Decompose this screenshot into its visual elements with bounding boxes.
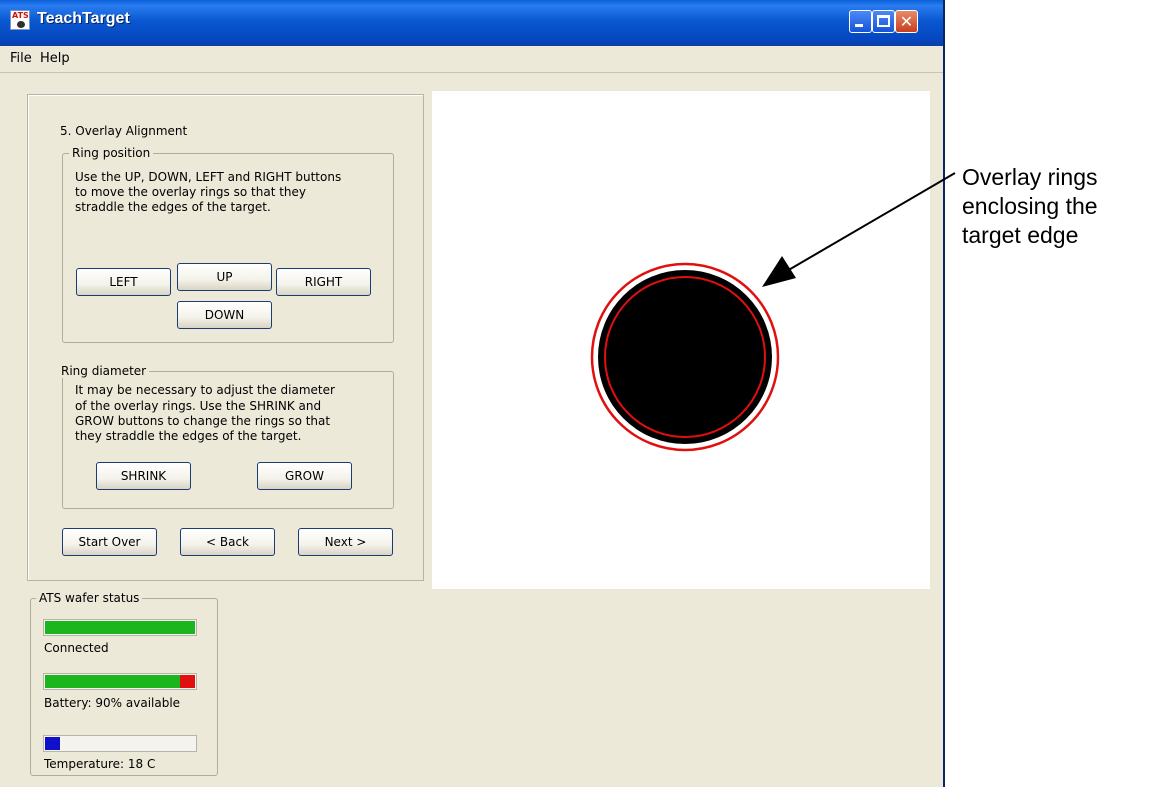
annotation-arrowhead: [762, 256, 796, 287]
annotation-arrow: [767, 172, 956, 283]
annotation-layer: [762, 172, 956, 287]
annotation-line-3: target edge: [962, 222, 1079, 248]
annotation-line-1: Overlay rings: [962, 164, 1098, 190]
annotation-line-2: enclosing the: [962, 193, 1098, 219]
annotation-text: Overlay rings enclosing the target edge: [962, 163, 1098, 250]
